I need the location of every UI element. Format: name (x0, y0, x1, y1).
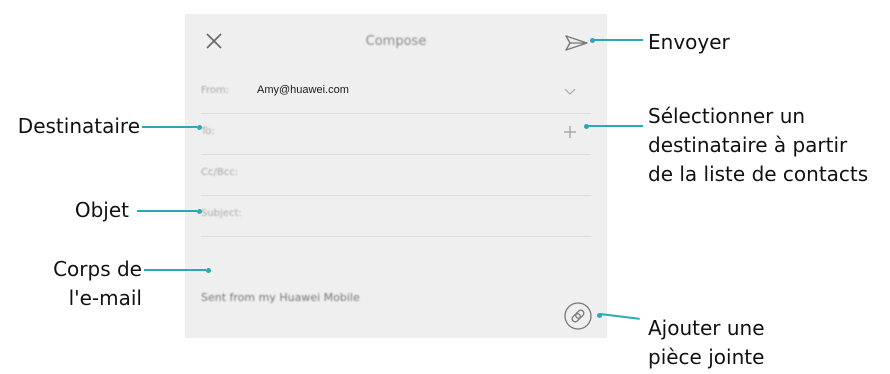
send-leader-line (593, 39, 643, 41)
subject-pointer-dot (197, 209, 202, 214)
subject-row[interactable]: Subject: (201, 195, 591, 237)
compose-screen: Compose From: Amy@huawei.com To: Cc/Bcc: (185, 14, 607, 338)
page-title: Compose (365, 34, 427, 49)
email-body[interactable]: Sent from my Huawei Mobile (201, 291, 360, 304)
body-leader-line (144, 269, 206, 271)
callout-attachment-line-1: Ajouter une (648, 316, 765, 340)
from-label: From: (201, 85, 230, 96)
send-icon[interactable] (564, 32, 590, 54)
callout-select-contact-line-2: destinataire à partir (648, 133, 848, 157)
top-bar: Compose (185, 14, 607, 72)
callout-select-contact: Sélectionner un destinataire à partir de… (648, 102, 868, 189)
to-row[interactable]: To: (201, 113, 591, 155)
cc-bcc-label: Cc/Bcc: (201, 167, 239, 178)
callout-body: Corps de l'e-mail (53, 255, 142, 313)
chevron-down-icon[interactable] (563, 84, 577, 98)
plus-icon[interactable] (563, 125, 577, 139)
subject-label: Subject: (201, 208, 242, 219)
subject-leader-line (137, 210, 197, 212)
callout-recipient: Destinataire (17, 114, 140, 138)
to-label: To: (201, 126, 215, 137)
callout-send: Envoyer (648, 30, 730, 54)
paperclip-icon[interactable] (563, 301, 593, 331)
recipient-leader-line (142, 126, 197, 128)
recipient-pointer-dot (197, 125, 202, 130)
callout-select-contact-line-1: Sélectionner un (648, 104, 806, 128)
from-row[interactable]: From: Amy@huawei.com (201, 72, 591, 114)
callout-attachment: Ajouter une pièce jointe (648, 314, 765, 372)
callout-body-line-1: Corps de (53, 257, 142, 281)
body-pointer-dot (206, 268, 211, 273)
cc-bcc-row[interactable]: Cc/Bcc: (201, 154, 591, 196)
callout-attachment-line-2: pièce jointe (648, 345, 765, 369)
callout-body-line-2: l'e-mail (68, 286, 142, 310)
callout-select-contact-line-3: de la liste de contacts (648, 162, 869, 186)
contacts-leader-line (587, 125, 643, 127)
callout-subject: Objet (74, 198, 129, 222)
from-value: Amy@huawei.com (257, 84, 349, 96)
